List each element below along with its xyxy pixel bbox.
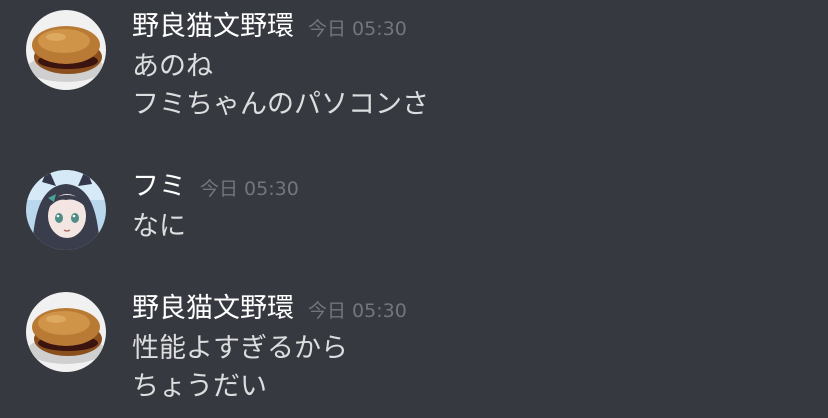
message-line: なに xyxy=(132,211,186,242)
timestamp: 今日 05:30 xyxy=(200,178,299,200)
anime-girl-avatar-icon xyxy=(26,170,106,250)
message-line: あのね xyxy=(132,51,213,82)
message-line: 性能よすぎるから xyxy=(132,333,348,364)
username[interactable]: 野良猫文野環 xyxy=(132,11,294,42)
timestamp: 今日 05:30 xyxy=(308,18,407,40)
message-content: 性能よすぎるから ちょうだい xyxy=(132,330,348,406)
message-content: あのね フミちゃんのパソコンさ xyxy=(132,48,429,124)
message-line: フミちゃんのパソコンさ xyxy=(132,89,429,120)
chat-message-list: 野良猫文野環 今日 05:30 あのね フミちゃんのパソコンさ フミ 今日 05… xyxy=(0,0,828,418)
username[interactable]: 野良猫文野環 xyxy=(132,293,294,324)
timestamp: 今日 05:30 xyxy=(308,300,407,322)
avatar[interactable] xyxy=(26,10,106,90)
dorayaki-avatar-icon xyxy=(26,10,106,90)
message-header: 野良猫文野環 今日 05:30 xyxy=(132,292,407,326)
message-header: 野良猫文野環 今日 05:30 xyxy=(132,10,407,44)
avatar[interactable] xyxy=(26,292,106,372)
dorayaki-avatar-icon xyxy=(26,292,106,372)
message-header: フミ 今日 05:30 xyxy=(132,170,299,204)
message-content: なに xyxy=(132,208,186,246)
username[interactable]: フミ xyxy=(132,171,186,202)
message-line: ちょうだい xyxy=(132,371,267,402)
avatar[interactable] xyxy=(26,170,106,250)
